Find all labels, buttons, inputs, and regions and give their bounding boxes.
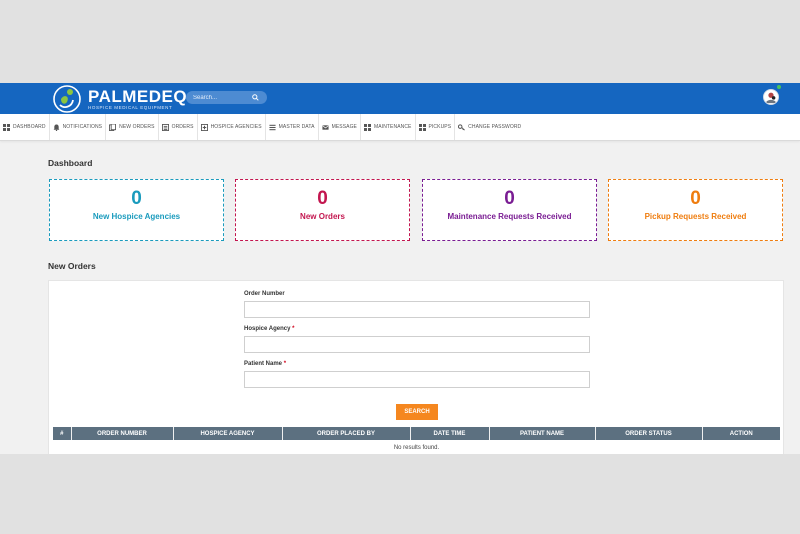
stat-value: 0 — [504, 188, 515, 209]
table-header-row: # ORDER NUMBER HOSPICE AGENCY ORDER PLAC… — [53, 427, 780, 440]
plus-box-icon — [200, 123, 208, 131]
required-marker: * — [292, 326, 295, 332]
nav-pickups[interactable]: PICKUPS — [416, 114, 456, 140]
online-status-dot — [777, 85, 781, 89]
search-button[interactable]: SEARCH — [396, 404, 438, 420]
stat-label: New Orders — [300, 212, 345, 221]
grid-icon — [364, 123, 371, 131]
empty-message: No results found. — [393, 444, 440, 451]
stat-value: 0 — [131, 188, 142, 209]
stat-card-new-hospice-agencies[interactable]: 0 New Hospice Agencies — [49, 179, 224, 241]
label-text: Hospice Agency — [244, 326, 291, 332]
nav-hospice-agencies[interactable]: HOSPICE AGENCIES — [198, 114, 266, 140]
patient-name-input[interactable] — [244, 371, 590, 388]
stat-label: Maintenance Requests Received — [447, 212, 572, 221]
label-text: Order Number — [244, 291, 285, 297]
nav-label: PICKUPS — [428, 124, 452, 130]
top-bar: PALMEDEQ HOSPICE MEDICAL EQUIPMENT — [0, 83, 800, 114]
nav-message[interactable]: MESSAGE — [319, 114, 361, 140]
nav-label: MESSAGE — [331, 124, 357, 130]
stat-label: Pickup Requests Received — [644, 212, 747, 221]
stat-value: 0 — [690, 188, 701, 209]
column-header[interactable]: ORDER STATUS — [595, 427, 703, 440]
column-header[interactable]: ORDER NUMBER — [71, 427, 174, 440]
nav-new-orders[interactable]: NEW ORDERS — [106, 114, 159, 140]
orders-icon — [109, 123, 117, 131]
nav-dashboard[interactable]: DASHBOARD — [0, 114, 50, 140]
list-icon — [161, 123, 169, 131]
hospice-agency-input[interactable] — [244, 336, 590, 353]
stat-value: 0 — [317, 188, 328, 209]
new-orders-panel: Order Number Hospice Agency * Patient Na… — [48, 280, 784, 454]
nav-maintenance[interactable]: MAINTENANCE — [361, 114, 416, 140]
nav-label: NOTIFICATIONS — [62, 124, 103, 130]
hospice-agency-label: Hospice Agency * — [244, 326, 294, 332]
column-header[interactable]: ORDER PLACED BY — [282, 427, 411, 440]
stat-label: New Hospice Agencies — [92, 212, 181, 221]
patient-name-label: Patient Name * — [244, 361, 286, 367]
nav-label: NEW ORDERS — [119, 124, 155, 130]
nav-label: DASHBOARD — [13, 124, 46, 130]
column-header[interactable]: PATIENT NAME — [489, 427, 596, 440]
brand-tagline: HOSPICE MEDICAL EQUIPMENT — [88, 105, 173, 110]
nav-notifications[interactable]: NOTIFICATIONS — [50, 114, 107, 140]
key-icon — [458, 123, 466, 130]
column-header[interactable]: # — [53, 427, 72, 440]
column-header[interactable]: HOSPICE AGENCY — [173, 427, 283, 440]
nav-label: CHANGE PASSWORD — [468, 124, 522, 130]
orders-table: # ORDER NUMBER HOSPICE AGENCY ORDER PLAC… — [53, 427, 780, 454]
grid-icon — [418, 123, 426, 131]
column-header[interactable]: DATE TIME — [410, 427, 490, 440]
new-orders-title: New Orders — [48, 261, 96, 271]
bell-icon — [53, 123, 59, 131]
table-row: No results found. — [53, 440, 780, 454]
menu-icon — [269, 124, 276, 130]
stat-card-pickup-requests[interactable]: 0 Pickup Requests Received — [608, 179, 783, 241]
main-nav: DASHBOARD NOTIFICATIONS NEW ORDERS ORDER… — [0, 114, 800, 141]
user-avatar[interactable] — [763, 89, 779, 105]
nav-label: ORDERS — [171, 124, 194, 130]
stat-card-new-orders[interactable]: 0 New Orders — [235, 179, 410, 241]
palmedeq-logo — [53, 85, 81, 113]
nav-master-data[interactable]: MASTER DATA — [266, 114, 319, 140]
nav-label: HOSPICE AGENCIES — [210, 124, 262, 130]
nav-label: MAINTENANCE — [374, 124, 412, 130]
required-marker: * — [283, 361, 287, 367]
app-window: PALMEDEQ HOSPICE MEDICAL EQUIPMENT DASHB… — [0, 83, 800, 454]
label-text: Patient Name — [244, 361, 283, 367]
nav-orders[interactable]: ORDERS — [159, 114, 198, 140]
brand-name: PALMEDEQ — [88, 87, 188, 106]
order-number-label: Order Number — [244, 291, 285, 297]
search-icon[interactable] — [252, 94, 259, 101]
nav-change-password[interactable]: CHANGE PASSWORD — [455, 114, 524, 140]
stat-card-maintenance-requests[interactable]: 0 Maintenance Requests Received — [422, 179, 597, 241]
dashboard-title: Dashboard — [48, 158, 93, 168]
nav-label: MASTER DATA — [278, 124, 315, 130]
column-header[interactable]: ACTION — [702, 427, 780, 440]
search-input[interactable] — [193, 94, 253, 101]
user-icon — [765, 92, 777, 104]
order-number-input[interactable] — [244, 301, 590, 318]
search-box[interactable] — [186, 91, 267, 104]
dashboard-icon — [3, 123, 10, 131]
envelope-icon — [322, 124, 329, 130]
